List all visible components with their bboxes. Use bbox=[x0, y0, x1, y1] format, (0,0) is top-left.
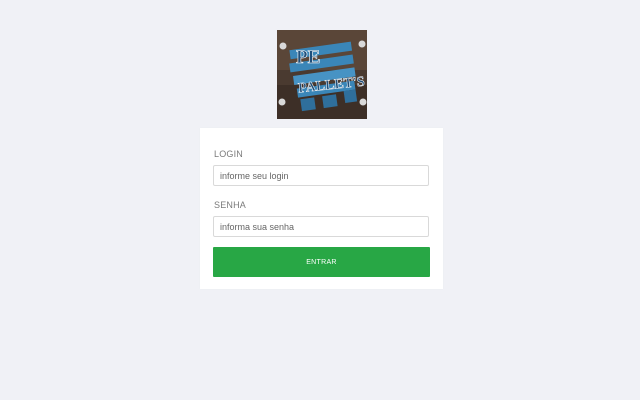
company-logo: PE PALLET'S bbox=[277, 30, 367, 119]
pallet-logo-image: PE PALLET'S bbox=[277, 30, 367, 119]
senha-label: SENHA bbox=[214, 200, 247, 210]
login-label: LOGIN bbox=[214, 149, 244, 159]
login-input[interactable] bbox=[213, 165, 429, 186]
login-card: LOGIN SENHA ENTRAR bbox=[200, 128, 443, 289]
logo-text-pe: PE bbox=[296, 47, 320, 68]
entrar-button[interactable]: ENTRAR bbox=[213, 247, 430, 277]
password-input[interactable] bbox=[213, 216, 429, 237]
